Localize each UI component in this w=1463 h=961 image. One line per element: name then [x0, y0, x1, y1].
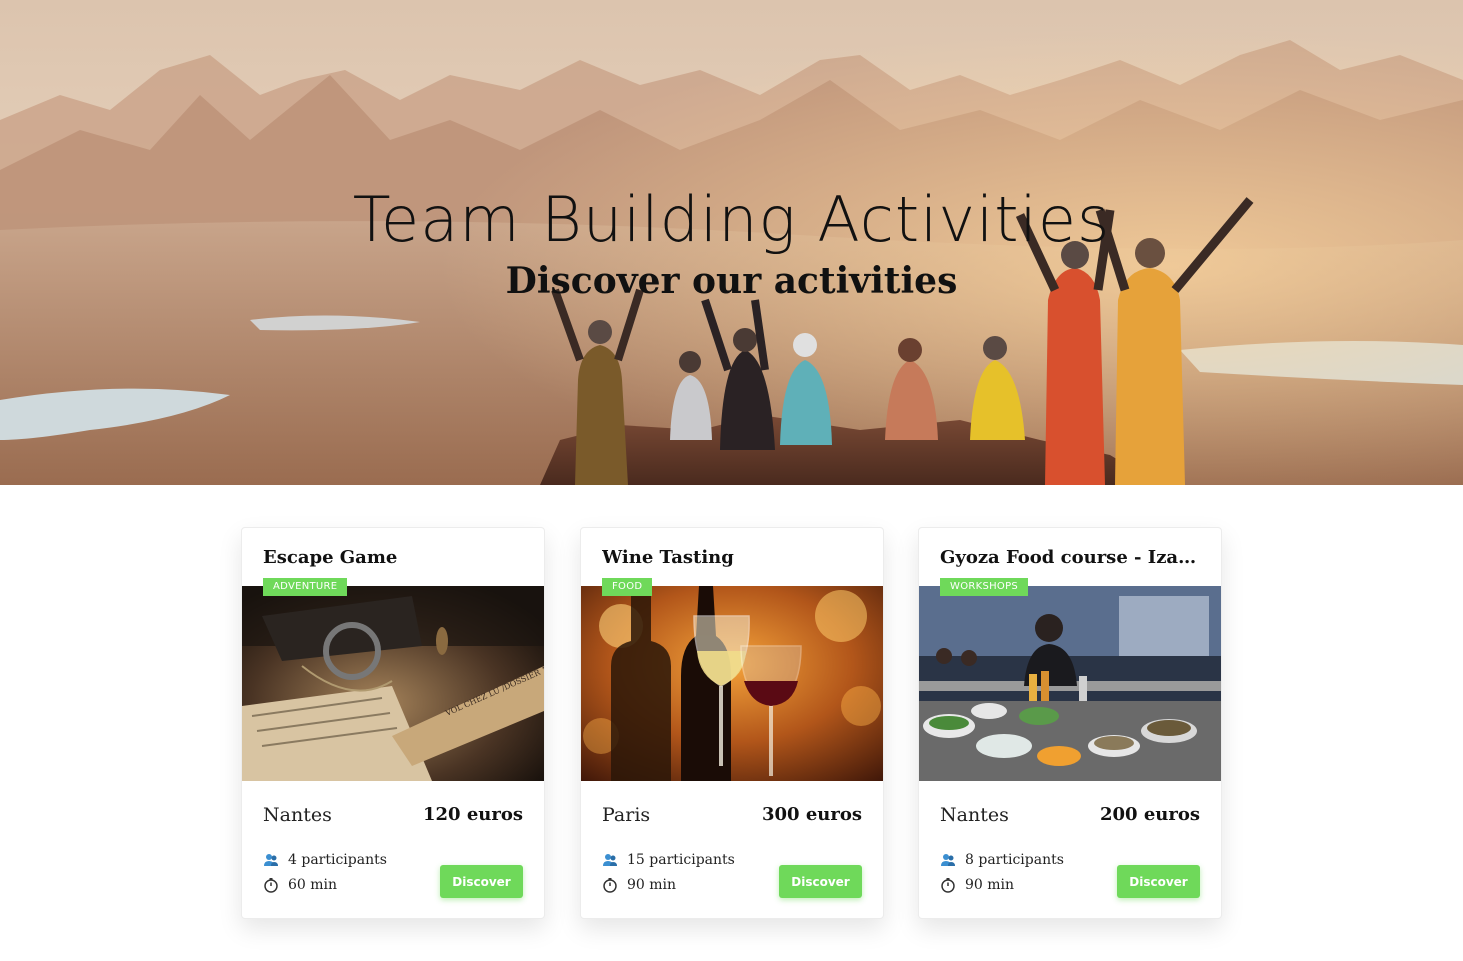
participants-count: 8 participants: [965, 852, 1064, 868]
activity-title[interactable]: Wine Tasting: [602, 545, 864, 571]
duration-row: 90 min: [602, 875, 676, 895]
activity-title[interactable]: Gyoza Food course - Izakaya: [940, 545, 1202, 571]
activity-title[interactable]: Escape Game: [263, 545, 525, 571]
discover-button[interactable]: Discover: [440, 865, 523, 898]
category-tag: Adventure: [263, 578, 348, 596]
activity-city: Paris: [602, 804, 651, 826]
activity-card-wine-tasting[interactable]: Wine Tasting Food Paris: [580, 527, 884, 919]
participants-count: 15 participants: [627, 852, 735, 868]
stopwatch-icon: [603, 878, 617, 893]
people-icon: [941, 854, 955, 866]
duration-value: 90 min: [627, 877, 677, 893]
activity-card-escape-game[interactable]: Escape Game Adventure VOL CHEZ LU /DOSSI…: [241, 527, 545, 919]
activity-image[interactable]: [919, 586, 1221, 781]
stopwatch-icon: [941, 878, 955, 893]
page-title: Team Building Activities: [352, 183, 1111, 256]
people-icon: [264, 854, 278, 866]
activity-price: 120 euros: [422, 804, 523, 825]
activity-image[interactable]: VOL CHEZ LU /DOSSIER 1: [242, 586, 544, 781]
participants-row: 4 participants: [263, 850, 387, 870]
duration-value: 90 min: [965, 877, 1015, 893]
duration-row: 90 min: [940, 875, 1014, 895]
duration-value: 60 min: [288, 877, 338, 893]
stopwatch-icon: [264, 878, 278, 893]
people-icon: [603, 854, 617, 866]
duration-row: 60 min: [263, 875, 337, 895]
participants-count: 4 participants: [288, 852, 387, 868]
activity-price: 200 euros: [1099, 804, 1200, 825]
activity-card-gyoza-food-course[interactable]: Gyoza Food course - Izakaya Workshops: [918, 527, 1222, 919]
category-tag: Food: [602, 578, 653, 596]
participants-row: 15 participants: [602, 850, 735, 870]
activity-city: Nantes: [263, 804, 332, 826]
activity-image[interactable]: [581, 586, 883, 781]
participants-row: 8 participants: [940, 850, 1064, 870]
discover-button[interactable]: Discover: [1117, 865, 1200, 898]
discover-button[interactable]: Discover: [779, 865, 862, 898]
hero-banner: Team Building Activities Discover our ac…: [0, 0, 1463, 485]
activity-city: Nantes: [940, 804, 1009, 826]
activity-price: 300 euros: [761, 804, 862, 825]
category-tag: Workshops: [940, 578, 1029, 596]
page-subtitle: Discover our activities: [505, 260, 958, 302]
